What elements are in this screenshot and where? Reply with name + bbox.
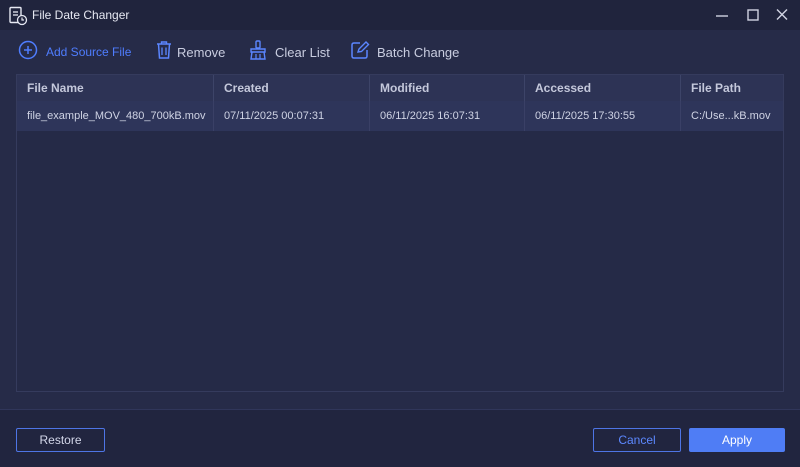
- cell-created: 07/11/2025 00:07:31: [214, 101, 370, 131]
- file-clock-icon: [8, 6, 28, 26]
- batch-change-label: Batch Change: [377, 44, 460, 60]
- column-header-file-path[interactable]: File Path: [681, 75, 783, 101]
- trash-icon: [153, 39, 175, 66]
- apply-button[interactable]: Apply: [689, 428, 785, 452]
- cell-file-path: C:/Use...kB.mov: [691, 110, 771, 122]
- add-source-file-button[interactable]: Add Source File: [17, 30, 131, 74]
- window-title: File Date Changer: [32, 8, 130, 22]
- file-table: File Name Created Modified Accessed File…: [16, 74, 784, 392]
- batch-change-button[interactable]: Batch Change: [349, 30, 459, 74]
- close-button[interactable]: [770, 4, 794, 26]
- restore-button[interactable]: Restore: [16, 428, 105, 452]
- clear-list-label: Clear List: [275, 44, 330, 60]
- add-source-file-label: Add Source File: [46, 45, 132, 59]
- title-bar: File Date Changer: [0, 0, 800, 30]
- column-header-created[interactable]: Created: [214, 75, 370, 101]
- clear-list-button[interactable]: Clear List: [247, 30, 330, 74]
- cell-file-name: file_example_MOV_480_700kB.mov: [17, 101, 214, 131]
- cancel-button[interactable]: Cancel: [593, 428, 681, 452]
- footer-bar: Restore Cancel Apply: [0, 409, 800, 467]
- edit-icon: [349, 39, 371, 66]
- column-header-modified[interactable]: Modified: [370, 75, 525, 101]
- column-header-file-name[interactable]: File Name: [17, 75, 214, 101]
- broom-icon: [247, 39, 269, 66]
- remove-label: Remove: [177, 44, 226, 60]
- minimize-button[interactable]: [710, 4, 734, 26]
- table-row[interactable]: file_example_MOV_480_700kB.mov 07/11/202…: [17, 101, 783, 131]
- add-circle-icon: [17, 39, 39, 66]
- remove-button[interactable]: Remove: [153, 30, 225, 74]
- toolbar: Add Source File Remove Clear List Batch …: [0, 30, 800, 74]
- table-header: File Name Created Modified Accessed File…: [17, 75, 783, 101]
- maximize-button[interactable]: [741, 4, 765, 26]
- column-header-accessed[interactable]: Accessed: [525, 75, 681, 101]
- cell-accessed: 06/11/2025 17:30:55: [525, 101, 681, 131]
- cell-modified: 06/11/2025 16:07:31: [370, 101, 525, 131]
